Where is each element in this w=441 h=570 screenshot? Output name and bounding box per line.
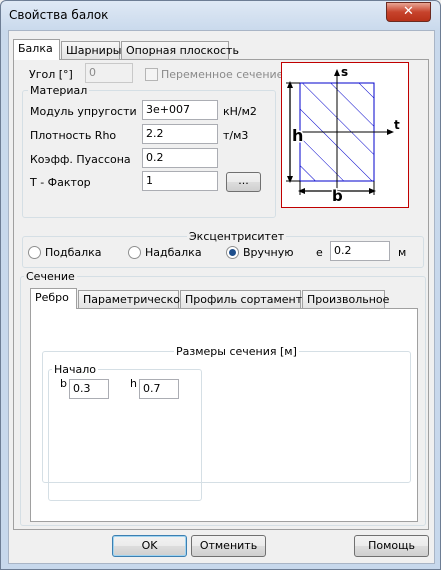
beam-tab-panel: Угол [°] 0 Переменное сечение Материал М… (13, 59, 429, 530)
radio-below-label: Подбалка (45, 246, 102, 259)
dialog-window: Свойства балок ✕ Балка Шарниры Опорная п… (0, 0, 441, 570)
tab-arbitrary[interactable]: Произвольное (302, 290, 389, 308)
radio-manual-label: Вручную (243, 246, 294, 259)
radio-above-label: Надбалка (145, 246, 202, 259)
tab-profile[interactable]: Профиль сортамента (180, 290, 309, 308)
h-label: h (130, 377, 137, 390)
h-dim-arrow-top (287, 81, 293, 88)
section-group-title: Сечение (24, 270, 77, 283)
s-axis-arrow (334, 69, 340, 76)
help-button[interactable]: Помощь (354, 535, 429, 557)
poisson-input[interactable]: 0.2 (142, 148, 218, 168)
h-input[interactable]: 0.7 (139, 379, 179, 399)
radio-below[interactable] (28, 246, 41, 259)
start-title: Начало (52, 363, 99, 376)
tab-beam[interactable]: Балка (13, 39, 60, 60)
dialog-client: Балка Шарниры Опорная плоскость Угол [°]… (8, 30, 435, 564)
title-bar: Свойства балок ✕ (1, 1, 440, 29)
close-button[interactable]: ✕ (386, 2, 431, 22)
eccentricity-title: Эксцентриситет (187, 230, 287, 243)
h-dim-label: h (292, 126, 303, 145)
t-axis-arrow (387, 129, 394, 135)
b-dim-label: b (332, 187, 343, 205)
variable-section-label: Переменное сечение (161, 68, 284, 81)
material-label-modulus: Модуль упругости (30, 105, 137, 118)
angle-input[interactable]: 0 (85, 63, 133, 83)
density-unit: т/м3 (223, 129, 249, 142)
b-dim-arrow-left (298, 188, 305, 194)
window-title: Свойства балок (9, 8, 109, 22)
t-axis-label: t (394, 118, 400, 132)
eccentricity-e-label: e (316, 246, 323, 259)
eccentricity-unit: м (398, 246, 407, 259)
b-input[interactable]: 0.3 (69, 379, 109, 399)
b-dim-arrow-right (369, 188, 376, 194)
modulus-input[interactable]: 3e+007 (142, 100, 218, 120)
angle-label: Угол [°] (29, 68, 73, 81)
tfactor-browse-button[interactable]: ... (226, 172, 261, 192)
material-label-tfactor: T - Фактор (30, 176, 91, 189)
section-diagram: s t h b (281, 62, 409, 208)
eccentricity-input[interactable]: 0.2 (330, 241, 390, 261)
tfactor-input[interactable]: 1 (142, 171, 218, 191)
radio-above[interactable] (128, 246, 141, 259)
density-input[interactable]: 2.2 (142, 124, 218, 144)
rib-tab-panel: Размеры сечения [м] Начало b 0.3 h 0.7 (30, 308, 418, 522)
b-label: b (60, 377, 67, 390)
material-group-title: Материал (28, 84, 90, 97)
tab-support-plane[interactable]: Опорная плоскость (121, 41, 239, 59)
h-dim-arrow-bottom (287, 176, 293, 183)
material-label-poisson: Коэфф. Пуассона (30, 153, 131, 166)
material-label-density: Плотность Rho (30, 129, 117, 142)
variable-section-checkbox[interactable] (145, 68, 158, 81)
ok-button[interactable]: OK (112, 535, 187, 557)
section-diagram-svg: s t h b (286, 65, 400, 207)
modulus-unit: кН/м2 (223, 105, 257, 118)
cancel-button[interactable]: Отменить (191, 535, 266, 557)
s-axis-label: s (341, 65, 348, 79)
close-icon: ✕ (403, 4, 414, 19)
radio-manual[interactable] (226, 246, 239, 259)
dimensions-title: Размеры сечения [м] (174, 345, 299, 358)
tab-parametric[interactable]: Параметрическое (78, 290, 187, 308)
tab-rib[interactable]: Ребро (30, 288, 77, 309)
tab-hinges[interactable]: Шарниры (61, 41, 122, 59)
